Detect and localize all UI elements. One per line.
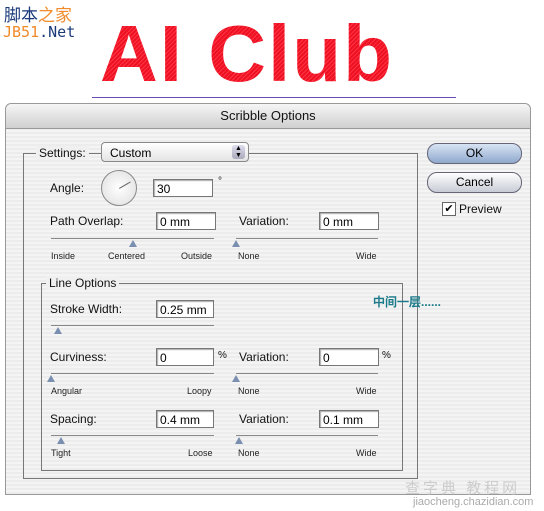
- slider-thumb[interactable]: [56, 437, 65, 444]
- slider-thumb[interactable]: [47, 375, 55, 382]
- watermark-bottom-title: 查字典 教程网: [405, 480, 521, 497]
- angle-dial[interactable]: [101, 170, 137, 206]
- curviness-variation-unit: %: [382, 350, 391, 361]
- slider-mid-label: Centered: [108, 251, 146, 261]
- curviness-input[interactable]: 0: [156, 348, 214, 366]
- spacing-variation-input[interactable]: 0.1 mm: [319, 410, 379, 428]
- slider-track: [51, 435, 214, 436]
- text-baseline: [92, 97, 456, 98]
- watermark-bottom-url: jiaocheng.chazidian.com: [413, 496, 534, 508]
- curviness-label: Curviness:: [50, 350, 107, 364]
- preview-checkbox[interactable]: ✔: [442, 202, 456, 216]
- ok-button[interactable]: OK: [427, 143, 522, 164]
- slider-max-label: Outside: [181, 251, 213, 261]
- slider-max-label: Loose: [188, 448, 213, 458]
- slider-thumb[interactable]: [232, 240, 240, 247]
- slider-max-label: Wide: [356, 448, 377, 458]
- spacing-variation-slider[interactable]: [234, 432, 378, 446]
- curviness-slider[interactable]: [47, 370, 214, 384]
- angle-input[interactable]: 30: [153, 179, 213, 197]
- slider-min-label: Tight: [51, 448, 71, 458]
- curviness-variation-input[interactable]: 0: [319, 348, 379, 366]
- dialog-title: Scribble Options: [6, 104, 530, 129]
- curviness-unit: %: [218, 350, 227, 361]
- line-options-label: Line Options: [46, 276, 120, 290]
- slider-thumb[interactable]: [53, 327, 62, 334]
- stroke-width-label: Stroke Width:: [50, 302, 123, 316]
- slider-track: [236, 238, 378, 239]
- settings-value: Custom: [110, 146, 152, 160]
- slider-min-label: None: [238, 448, 260, 458]
- preview-label: Preview: [459, 202, 502, 216]
- curviness-variation-label: Variation:: [239, 350, 289, 364]
- spacing-variation-label: Variation:: [239, 412, 289, 426]
- scribble-options-dialog: Scribble Options Settings: Custom ▲ ▼ Ang…: [5, 103, 531, 495]
- slider-track: [51, 238, 214, 239]
- slider-track: [51, 373, 214, 374]
- slider-thumb[interactable]: [232, 375, 240, 382]
- slider-min-label: Inside: [51, 251, 76, 261]
- slider-max-label: Wide: [356, 251, 377, 261]
- angle-dial-needle: [119, 181, 131, 189]
- spacing-label: Spacing:: [50, 412, 97, 426]
- path-overlap-label: Path Overlap:: [50, 214, 124, 228]
- settings-select[interactable]: Custom ▲ ▼: [101, 142, 249, 162]
- slider-min-label: None: [238, 386, 260, 396]
- path-overlap-input[interactable]: 0 mm: [156, 212, 216, 230]
- slider-min-label: Angular: [51, 386, 83, 396]
- curviness-variation-slider[interactable]: [232, 370, 378, 384]
- watermark-text: .Net: [39, 23, 76, 41]
- watermark-text: JB51: [3, 23, 40, 41]
- slider-max-label: Wide: [356, 386, 377, 396]
- spacing-input[interactable]: 0.4 mm: [156, 410, 214, 428]
- overlap-variation-input[interactable]: 0 mm: [319, 212, 379, 230]
- angle-label: Angle:: [50, 181, 85, 195]
- slider-min-label: None: [238, 251, 260, 261]
- slider-max-label: Loopy: [187, 386, 212, 396]
- slider-track: [51, 325, 214, 326]
- stroke-width-input[interactable]: 0.25 mm: [156, 300, 214, 318]
- slider-thumb[interactable]: [234, 437, 243, 444]
- settings-label: Settings:: [36, 146, 89, 160]
- spacing-slider[interactable]: [51, 432, 214, 446]
- slider-thumb[interactable]: [128, 240, 137, 247]
- cancel-button[interactable]: Cancel: [427, 172, 522, 193]
- checkmark-icon: ✔: [444, 203, 454, 215]
- watermark-site-url: JB51.Net: [3, 23, 75, 41]
- scribble-logo-text: AI Club: [100, 9, 394, 98]
- stroke-width-slider[interactable]: [51, 322, 214, 336]
- path-overlap-slider[interactable]: [51, 235, 214, 249]
- overlap-variation-label: Variation:: [239, 214, 289, 228]
- updown-arrows-icon: ▲ ▼: [232, 145, 245, 159]
- angle-unit: °: [218, 176, 222, 187]
- slider-track: [236, 435, 378, 436]
- slider-track: [236, 373, 378, 374]
- overlap-variation-slider[interactable]: [232, 235, 378, 249]
- annotation-text: 中间一层......: [373, 295, 442, 309]
